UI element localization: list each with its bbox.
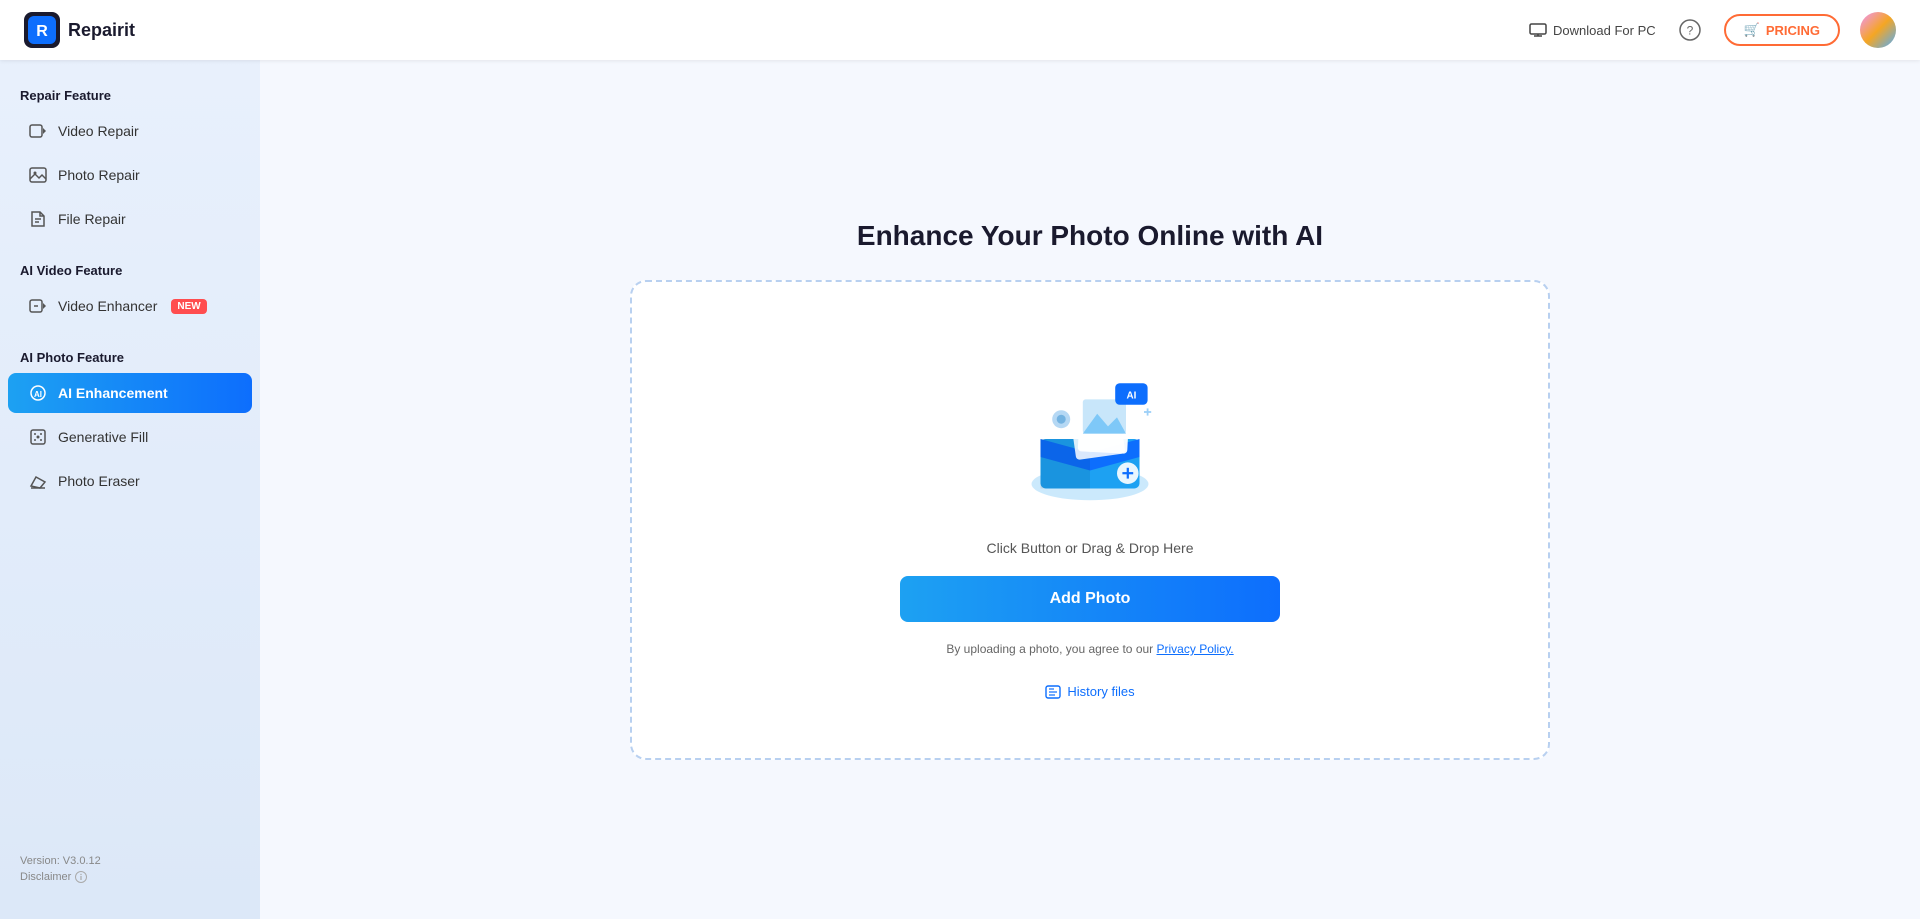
sidebar-item-label: Photo Eraser: [58, 473, 140, 489]
download-pc-label: Download For PC: [1553, 23, 1656, 38]
sidebar-item-file-repair[interactable]: File Repair: [8, 199, 252, 239]
sidebar-item-label: Generative Fill: [58, 429, 148, 445]
monitor-icon: [1529, 23, 1547, 37]
logo-icon: R: [24, 12, 60, 48]
video-enhancer-icon: [28, 296, 48, 316]
main-layout: Repair Feature Video Repair Photo Repair…: [0, 60, 1920, 919]
sidebar-item-photo-repair[interactable]: Photo Repair: [8, 155, 252, 195]
download-pc-button[interactable]: Download For PC: [1529, 23, 1656, 38]
sidebar-item-video-repair[interactable]: Video Repair: [8, 111, 252, 151]
ai-video-feature-label: AI Video Feature: [0, 255, 260, 284]
info-icon: [75, 871, 87, 883]
header-right: Download For PC ? 🛒 PRICING: [1529, 12, 1896, 48]
page-title: Enhance Your Photo Online with AI: [857, 220, 1323, 252]
pricing-label: PRICING: [1766, 23, 1820, 38]
avatar[interactable]: [1860, 12, 1896, 48]
svg-text:AI: AI: [1126, 391, 1136, 402]
sidebar-item-label: Photo Repair: [58, 167, 140, 183]
sidebar-item-ai-enhancement[interactable]: AI AI Enhancement: [8, 373, 252, 413]
history-icon: [1045, 685, 1061, 699]
help-icon: ?: [1679, 19, 1701, 41]
version-text: Version: V3.0.12: [20, 855, 240, 867]
repair-feature-label: Repair Feature: [0, 80, 260, 109]
file-repair-icon: [28, 209, 48, 229]
sidebar-item-label: AI Enhancement: [58, 385, 168, 401]
history-files-button[interactable]: History files: [1045, 684, 1134, 699]
pricing-button[interactable]: 🛒 PRICING: [1724, 14, 1840, 46]
sidebar-item-video-enhancer[interactable]: Video Enhancer NEW: [8, 286, 252, 326]
sidebar-item-label: Video Enhancer: [58, 298, 157, 314]
sidebar-item-label: File Repair: [58, 211, 126, 227]
upload-illustration: AI: [1000, 340, 1180, 520]
privacy-prefix: By uploading a photo, you agree to our: [946, 642, 1153, 656]
header: R Repairit Download For PC ? 🛒 PRICING: [0, 0, 1920, 60]
add-photo-button[interactable]: Add Photo: [900, 576, 1280, 622]
sidebar-item-label: Video Repair: [58, 123, 139, 139]
cart-icon: 🛒: [1744, 22, 1760, 38]
upload-drop-zone[interactable]: AI Click Button or Drag & Drop Here Add …: [630, 280, 1550, 760]
logo-text: Repairit: [68, 20, 135, 41]
privacy-text: By uploading a photo, you agree to our P…: [946, 642, 1233, 656]
ai-enhancement-icon: AI: [28, 383, 48, 403]
main-content: Enhance Your Photo Online with AI: [260, 60, 1920, 919]
photo-repair-icon: [28, 165, 48, 185]
generative-fill-icon: [28, 427, 48, 447]
history-files-label: History files: [1067, 684, 1134, 699]
disclaimer-label: Disclaimer: [20, 871, 71, 883]
photo-eraser-icon: [28, 471, 48, 491]
logo: R Repairit: [24, 12, 135, 48]
drag-drop-text: Click Button or Drag & Drop Here: [987, 540, 1194, 556]
privacy-policy-link[interactable]: Privacy Policy.: [1157, 642, 1234, 656]
sidebar-item-photo-eraser[interactable]: Photo Eraser: [8, 461, 252, 501]
help-button[interactable]: ?: [1676, 16, 1704, 44]
video-repair-icon: [28, 121, 48, 141]
sidebar: Repair Feature Video Repair Photo Repair…: [0, 60, 260, 919]
sidebar-footer: Version: V3.0.12 Disclaimer: [0, 839, 260, 899]
sidebar-item-generative-fill[interactable]: Generative Fill: [8, 417, 252, 457]
new-badge: NEW: [171, 299, 206, 314]
ai-photo-feature-label: AI Photo Feature: [0, 342, 260, 371]
svg-text:AI: AI: [34, 390, 42, 399]
disclaimer-button[interactable]: Disclaimer: [20, 871, 240, 883]
svg-text:R: R: [36, 23, 48, 40]
svg-text:?: ?: [1686, 24, 1693, 38]
